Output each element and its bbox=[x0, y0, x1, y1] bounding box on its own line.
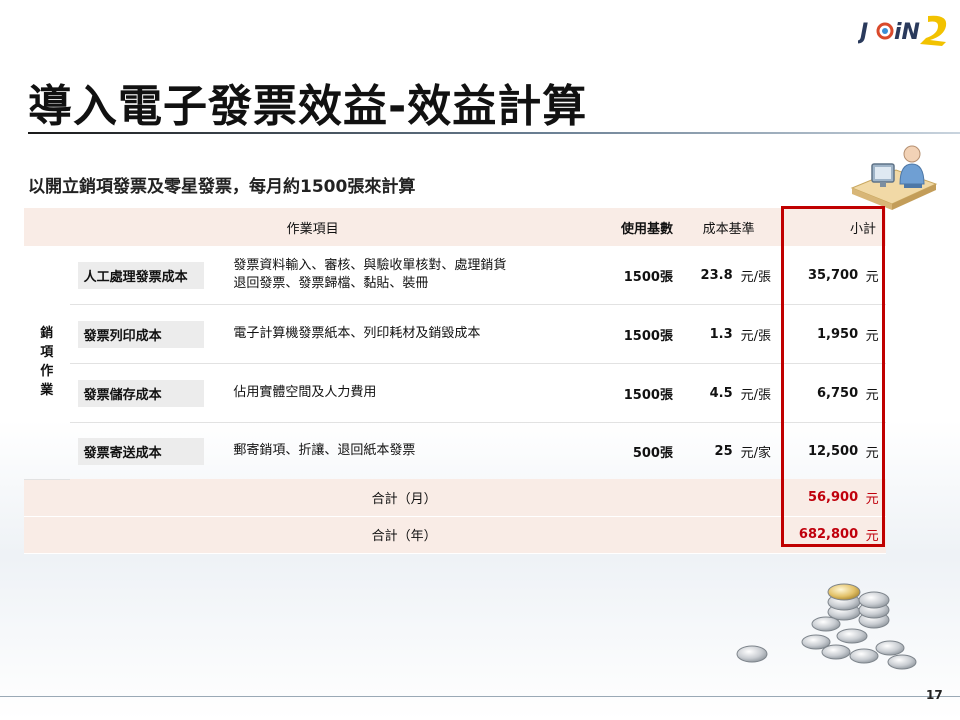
svg-text:iN: iN bbox=[894, 20, 920, 45]
row-desc-line: 發票資料輸入、審核、與驗收單核對、處理銷貨 bbox=[233, 258, 507, 273]
row-desc-line: 佔用實體空間及人力費用 bbox=[223, 363, 602, 423]
row-count: 1500張 bbox=[601, 246, 673, 305]
row-name: 發票寄送成本 bbox=[77, 437, 204, 465]
table-row: 銷項作業 人工處理發票成本 發票資料輸入、審核、與驗收單核對、處理銷貨 退回發票… bbox=[24, 246, 886, 480]
coins-icon bbox=[736, 583, 917, 670]
header-item: 作業項目 bbox=[24, 208, 602, 246]
title-divider bbox=[28, 132, 960, 134]
row-name: 發票列印成本 bbox=[77, 320, 204, 348]
row-unit: 元/張 bbox=[732, 304, 785, 364]
join-logo: J iN bbox=[858, 15, 947, 46]
svg-text:J: J bbox=[858, 20, 868, 45]
footer-divider bbox=[0, 696, 960, 697]
total-row-yearly: 合計（年） 682,800 元 bbox=[24, 516, 886, 554]
side-label-cell: 銷項作業 bbox=[24, 246, 70, 480]
subtotal-highlight-frame bbox=[781, 206, 885, 547]
slide-title: 導入電子發票效益-效益計算 bbox=[28, 81, 588, 132]
total-label: 合計（年） bbox=[24, 516, 785, 554]
header-base: 成本基準 bbox=[672, 208, 785, 246]
person-at-computer-icon bbox=[850, 145, 938, 210]
row-name: 發票儲存成本 bbox=[77, 379, 204, 407]
row-unit: 元/張 bbox=[732, 246, 785, 305]
slide-subtitle: 以開立銷項發票及零星發票，每月約1500張來計算 bbox=[28, 177, 416, 197]
row-base: 4.5 bbox=[672, 363, 733, 423]
row-base: 23.8 bbox=[672, 246, 733, 305]
header-count: 使用基數 bbox=[601, 208, 673, 246]
row-base: 25 bbox=[714, 443, 733, 459]
table-row: 發票儲存成本 佔用實體空間及人力費用 1500張 4.5 元/張 6,750 元 bbox=[24, 363, 886, 423]
row-desc-line: 郵寄銷項、折讓、退回紙本發票 bbox=[233, 443, 416, 458]
table-row: 發票列印成本 電子計算機發票紙本、列印耗材及銷毀成本 1500張 1.3 元/張… bbox=[24, 304, 886, 364]
row-name: 人工處理發票成本 bbox=[77, 261, 204, 289]
table-header-row: 作業項目 使用基數 成本基準 小計 bbox=[24, 208, 886, 246]
row-desc-line: 退回發票、發票歸檔、黏貼、裝冊 bbox=[233, 276, 429, 291]
side-label: 銷項作業 bbox=[40, 326, 54, 399]
row-desc-line: 電子計算機發票紙本、列印耗材及銷毀成本 bbox=[223, 304, 602, 364]
cost-table: 作業項目 使用基數 成本基準 小計 銷項作業 人工處理發票成本 發票資料輸入、審… bbox=[24, 208, 886, 554]
row-base: 1.3 bbox=[672, 304, 733, 364]
row-count: 1500張 bbox=[601, 304, 673, 364]
total-label: 合計（月） bbox=[24, 479, 785, 517]
table-row: 發票寄送成本 郵寄銷項、折讓、退回紙本發票 500張 25 元/家 12,500… bbox=[24, 423, 886, 480]
page-number: 17 bbox=[926, 688, 943, 702]
row-count: 1500張 bbox=[601, 363, 673, 423]
total-row-monthly: 合計（月） 56,900 元 bbox=[24, 479, 886, 517]
row-unit: 元/家 bbox=[740, 445, 772, 461]
row-count: 500張 bbox=[632, 445, 673, 461]
row-unit: 元/張 bbox=[732, 363, 785, 423]
